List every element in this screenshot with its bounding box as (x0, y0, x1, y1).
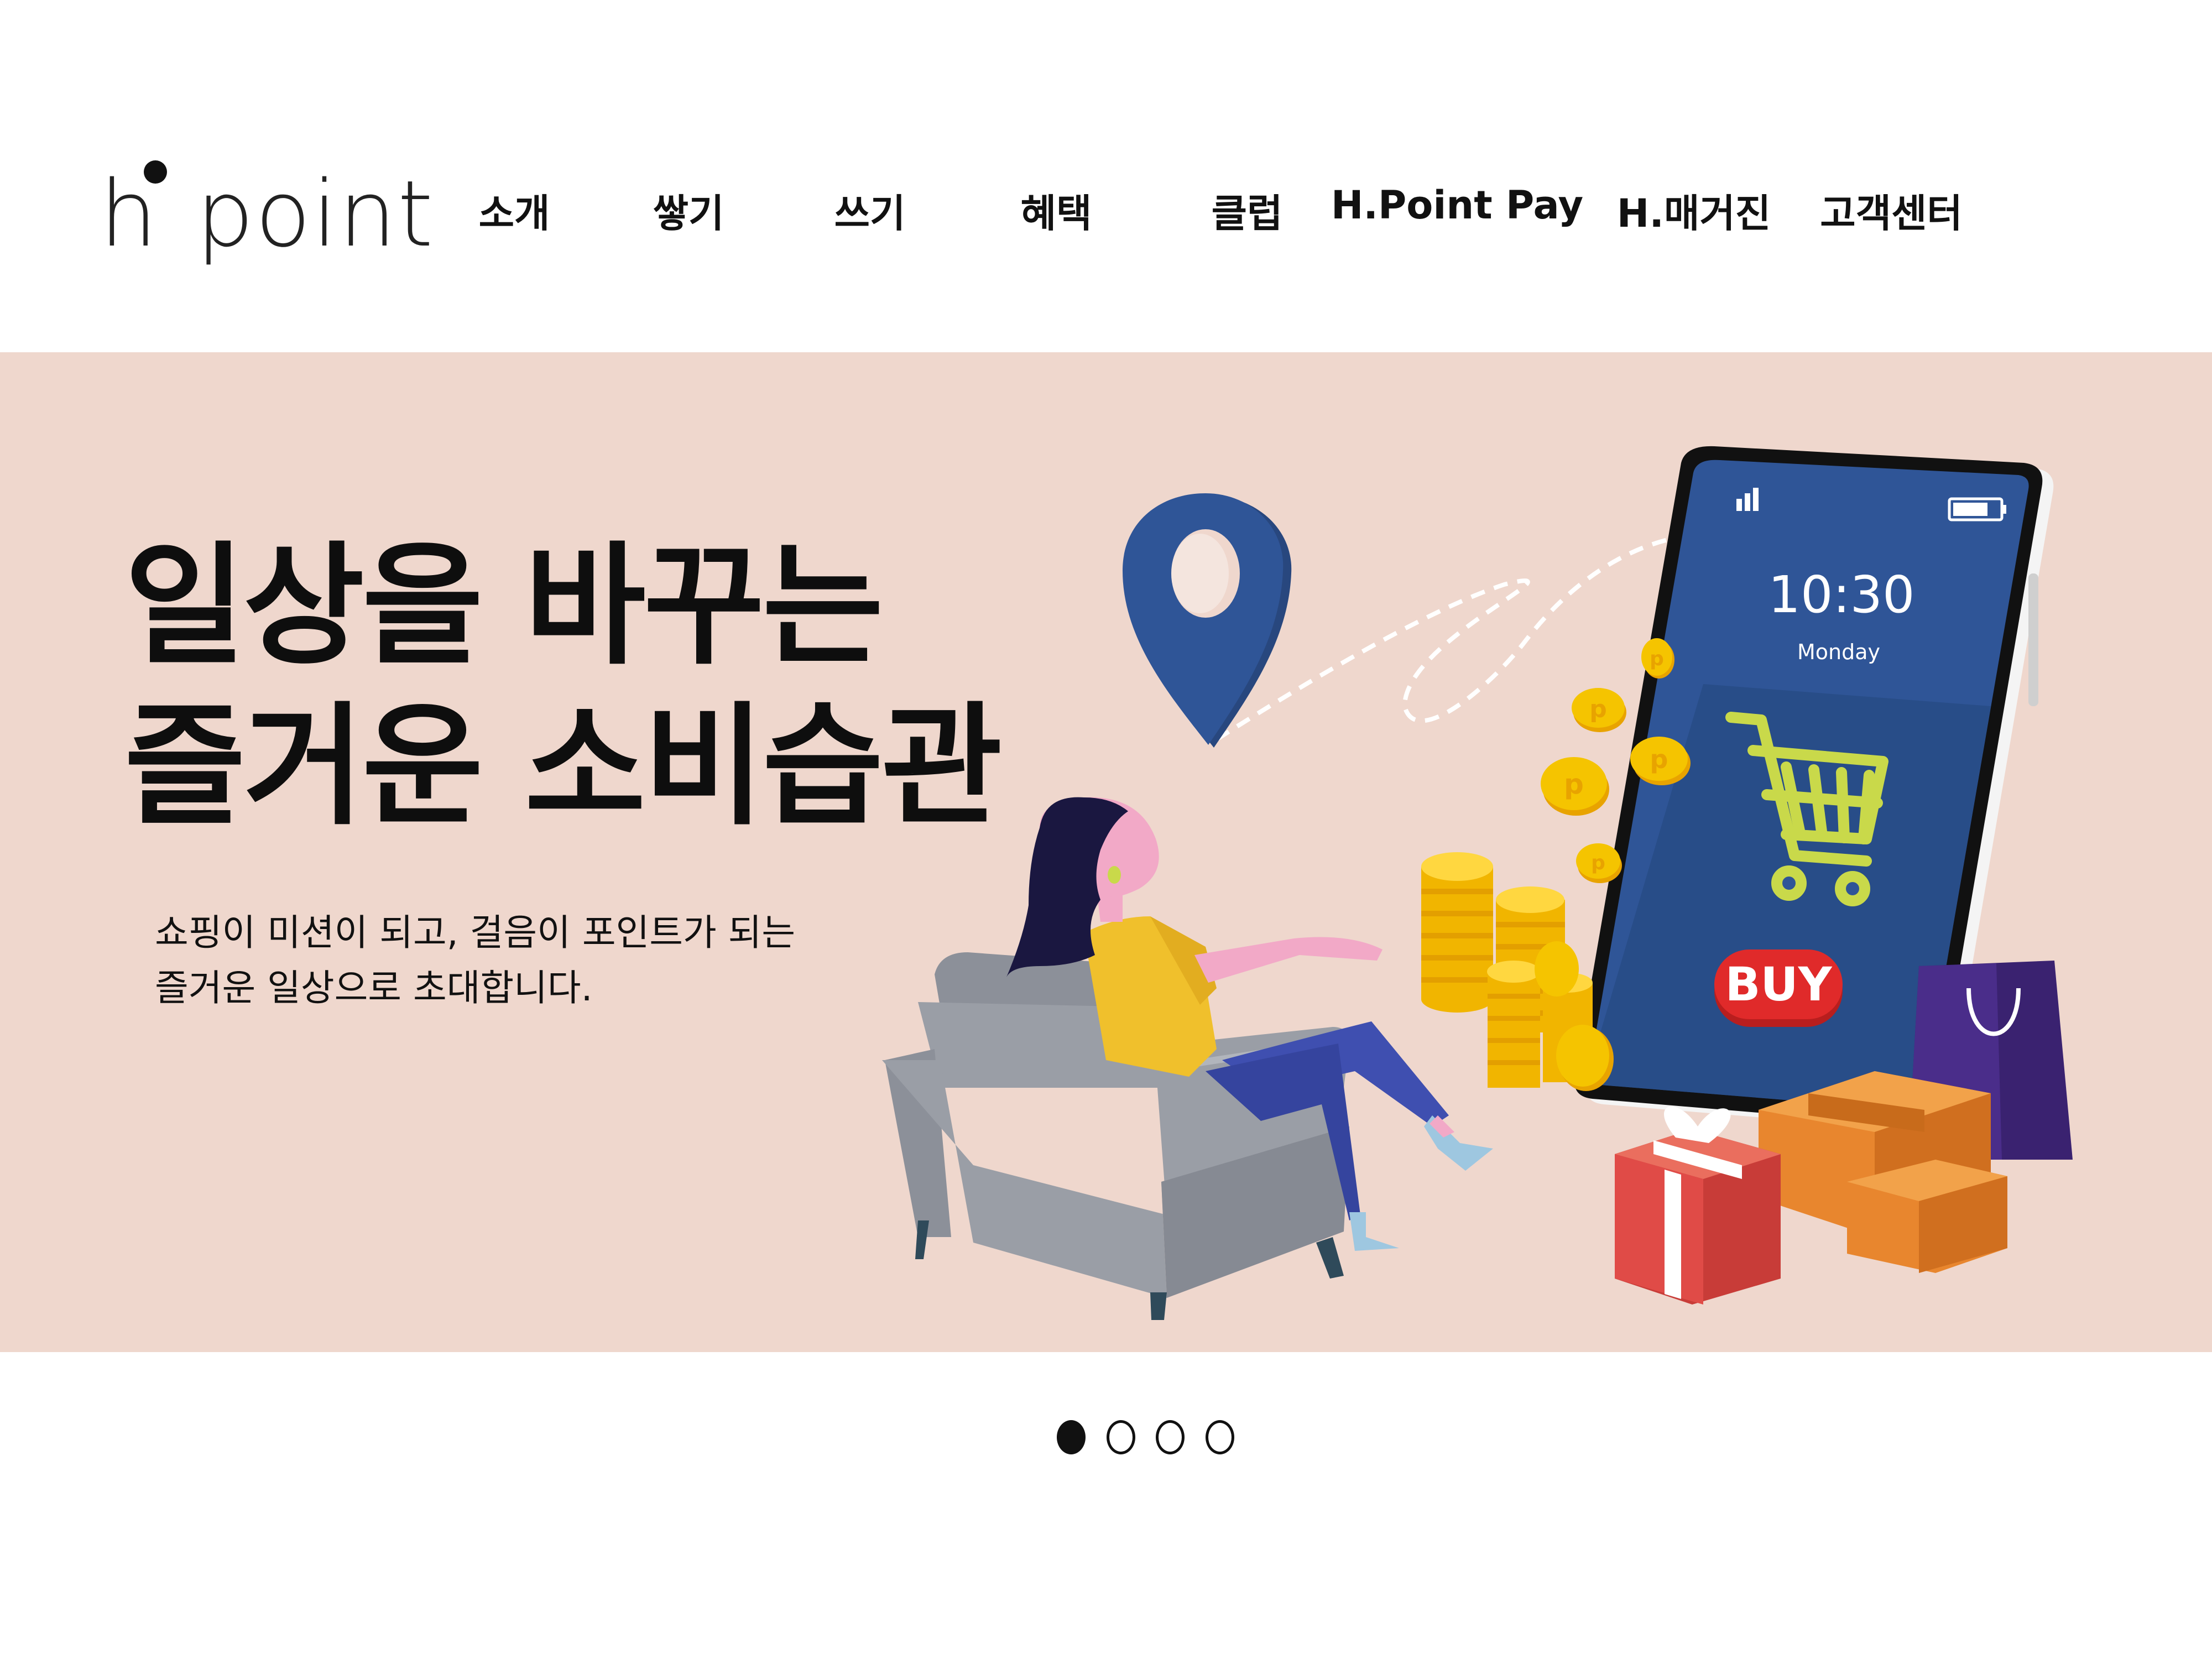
carousel-dot-1[interactable] (1057, 1420, 1086, 1454)
svg-text:p: p (1650, 744, 1668, 774)
gift-box-icon (1615, 1106, 1781, 1305)
coin-stacks (1421, 852, 1614, 1091)
buy-button: BUY (1714, 950, 1843, 1027)
hero-banner[interactable]: 일상을 바꾸는 즐거운 소비습관 쇼핑이 미션이 되고, 걸음이 포인트가 되는… (0, 352, 2212, 1352)
phone-time: 10:30 (1768, 565, 1914, 624)
nav-item-customer-center[interactable]: 고객센터 (1820, 182, 1963, 238)
main-nav: 소개 쌓기 쓰기 혜택 클럽 H.Point Pay H.매거진 고객센터 (0, 182, 2212, 238)
svg-text:p: p (1589, 695, 1607, 723)
coin-icon: p (1541, 757, 1609, 816)
coin-icon: p (1572, 688, 1626, 732)
nav-item-earn[interactable]: 쌓기 (653, 182, 724, 238)
nav-item-magazine[interactable]: H.매거진 (1617, 182, 1771, 238)
parcel-boxes (1759, 1071, 2007, 1273)
logo-dot (144, 160, 167, 184)
svg-text:p: p (1650, 648, 1664, 670)
carousel-indicators (0, 1420, 2212, 1459)
carousel-dot-2[interactable] (1107, 1420, 1135, 1454)
nav-item-use[interactable]: 쓰기 (834, 182, 906, 238)
nav-item-intro[interactable]: 소개 (479, 182, 550, 238)
svg-text:BUY: BUY (1725, 957, 1832, 1011)
phone-day: Monday (1797, 640, 1880, 664)
svg-text:p: p (1591, 852, 1605, 874)
nav-item-hpoint-pay[interactable]: H.Point Pay (1331, 182, 1583, 228)
carousel-dot-4[interactable] (1206, 1420, 1234, 1454)
nav-item-club[interactable]: 클럽 (1212, 182, 1283, 238)
hero-illustration: 10:30 Monday BUY p p p p p (882, 446, 2073, 1320)
carousel-dot-3[interactable] (1156, 1420, 1185, 1454)
nav-item-benefits[interactable]: 혜택 (1021, 182, 1092, 238)
svg-text:p: p (1564, 768, 1584, 800)
